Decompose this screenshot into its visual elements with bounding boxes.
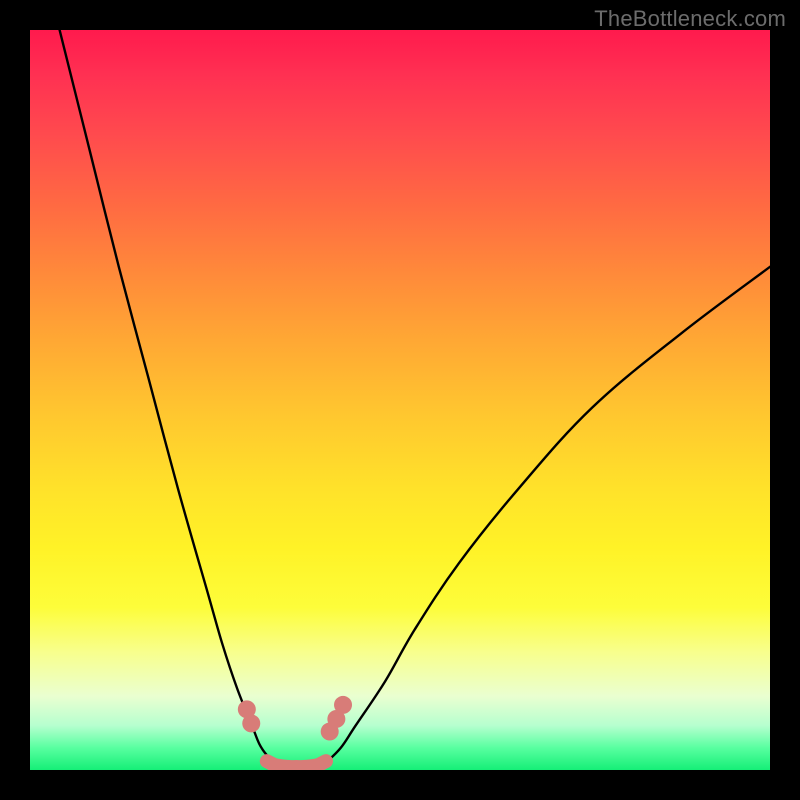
curve-right-branch	[326, 267, 770, 763]
right-dot-3	[334, 696, 352, 714]
curve-layer	[30, 30, 770, 770]
left-dot-2	[242, 714, 260, 732]
watermark-text: TheBottleneck.com	[594, 6, 786, 32]
curve-left-branch	[60, 30, 275, 763]
plot-area	[30, 30, 770, 770]
chart-frame: TheBottleneck.com	[0, 0, 800, 800]
curve-valley-floor	[267, 761, 326, 767]
